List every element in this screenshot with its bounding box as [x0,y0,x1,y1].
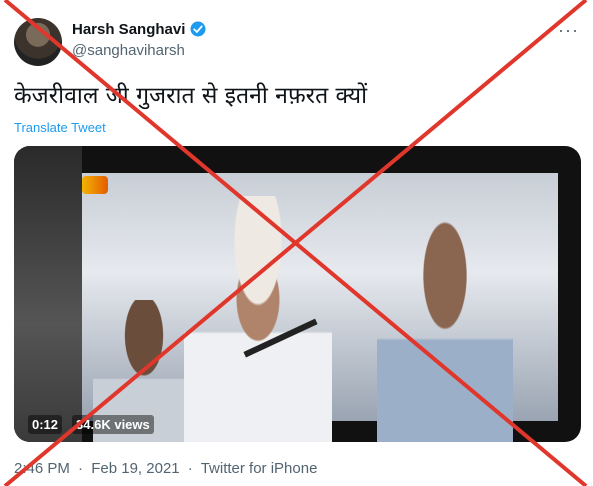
video-player[interactable]: 0:12 34.6K views [14,146,581,442]
channel-logo [82,175,109,194]
tweet-text: केजरीवाल जी गुजरात से इतनी नफ़रत क्यों [14,83,368,109]
user-handle[interactable]: @sanghaviharsh [72,42,185,59]
more-options-icon[interactable]: ··· [558,20,579,41]
video-figure-right [376,211,513,442]
meta-separator: · [78,460,84,477]
avatar[interactable] [14,18,62,66]
video-duration: 0:12 [28,415,63,434]
video-views: 34.6K views [72,415,154,434]
tweet-date[interactable]: Feb 19, 2021 [91,460,179,477]
translate-tweet-link[interactable]: Translate Tweet [14,120,106,135]
tweet-meta: 2:46 PM · Feb 19, 2021 · Twitter for iPh… [14,460,317,477]
tweet-source[interactable]: Twitter for iPhone [201,460,318,477]
verified-badge-icon [190,21,206,37]
video-stats: 0:12 34.6K views [28,415,154,434]
display-name-text: Harsh Sanghavi [72,20,186,38]
video-figure-speaker [184,196,332,442]
meta-separator: · [187,460,193,477]
video-frame-left [14,146,83,442]
tweet-time[interactable]: 2:46 PM [14,460,70,477]
display-name[interactable]: Harsh Sanghavi [72,20,207,38]
